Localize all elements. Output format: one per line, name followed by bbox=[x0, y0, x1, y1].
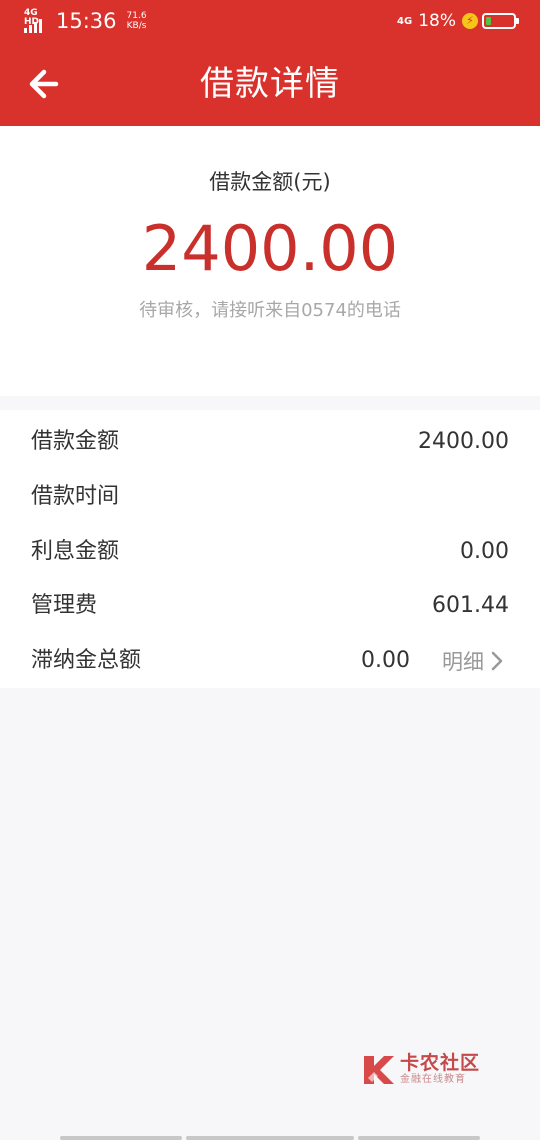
detail-value: 0.00 bbox=[361, 648, 410, 673]
detail-link-label: 明细 bbox=[442, 649, 484, 674]
detail-label: 借款金额 bbox=[31, 429, 120, 454]
detail-label: 借款时间 bbox=[31, 484, 120, 509]
loan-summary: 借款金额(元) 2400.00 待审核，请接听来自0574的电话 bbox=[0, 126, 540, 396]
page-title: 借款详情 bbox=[200, 64, 340, 104]
nav-bar: 借款详情 bbox=[0, 42, 540, 126]
network-speed-unit: KB/s bbox=[126, 21, 147, 31]
nav-indicator-right[interactable] bbox=[358, 1136, 480, 1140]
chevron-right-icon bbox=[491, 651, 503, 670]
detail-value: 0.00 bbox=[460, 539, 509, 564]
detail-row-loan-time: 借款时间 bbox=[0, 469, 540, 524]
nav-indicator-left[interactable] bbox=[60, 1136, 182, 1140]
detail-label: 管理费 bbox=[31, 593, 98, 618]
network-4g-icon: 4G bbox=[397, 15, 413, 27]
summary-status: 待审核，请接听来自0574的电话 bbox=[139, 300, 401, 321]
cellular-signal-icon: 4G HD bbox=[24, 9, 50, 33]
detail-label: 滞纳金总额 bbox=[31, 648, 142, 673]
late-fee-detail-link[interactable]: 明细 bbox=[442, 633, 504, 688]
detail-row-interest: 利息金额 0.00 bbox=[0, 524, 540, 579]
detail-label: 利息金额 bbox=[31, 539, 120, 564]
summary-label: 借款金额(元) bbox=[209, 170, 331, 194]
loan-details: 借款金额 2400.00 借款时间 利息金额 0.00 管理费 601.44 滞… bbox=[0, 410, 540, 688]
detail-value: 2400.00 bbox=[418, 429, 509, 454]
summary-amount: 2400.00 bbox=[141, 212, 399, 285]
battery-fill bbox=[486, 17, 491, 25]
detail-row-loan-amount: 借款金额 2400.00 bbox=[0, 414, 540, 469]
battery-percent: 18% bbox=[418, 11, 456, 31]
detail-row-late-fee: 滞纳金总额 0.00 明细 bbox=[0, 633, 540, 688]
detail-value: 601.44 bbox=[432, 593, 509, 618]
arrow-left-icon bbox=[29, 69, 59, 99]
network-speed: 71.6 KB/s bbox=[123, 11, 151, 31]
status-right: 4G 18% ⚡ bbox=[397, 8, 519, 34]
nav-indicator-center[interactable] bbox=[186, 1136, 354, 1140]
detail-row-management-fee: 管理费 601.44 bbox=[0, 578, 540, 633]
watermark-name: 卡农社区 bbox=[400, 1052, 481, 1074]
status-time: 15:36 bbox=[56, 9, 117, 33]
battery-icon bbox=[482, 13, 519, 29]
watermark: 卡农社区 金融在线教育 bbox=[360, 1052, 490, 1092]
back-button[interactable] bbox=[22, 64, 62, 104]
status-bar: 4G HD 15:36 71.6 KB/s 4G 18% ⚡ bbox=[0, 0, 540, 42]
kanong-logo-icon bbox=[364, 1056, 394, 1084]
network-speed-value: 71.6 bbox=[126, 11, 147, 21]
watermark-tagline: 金融在线教育 bbox=[400, 1074, 466, 1085]
charging-bolt-icon: ⚡ bbox=[462, 13, 478, 29]
status-left: 4G HD 15:36 71.6 KB/s bbox=[24, 8, 151, 34]
